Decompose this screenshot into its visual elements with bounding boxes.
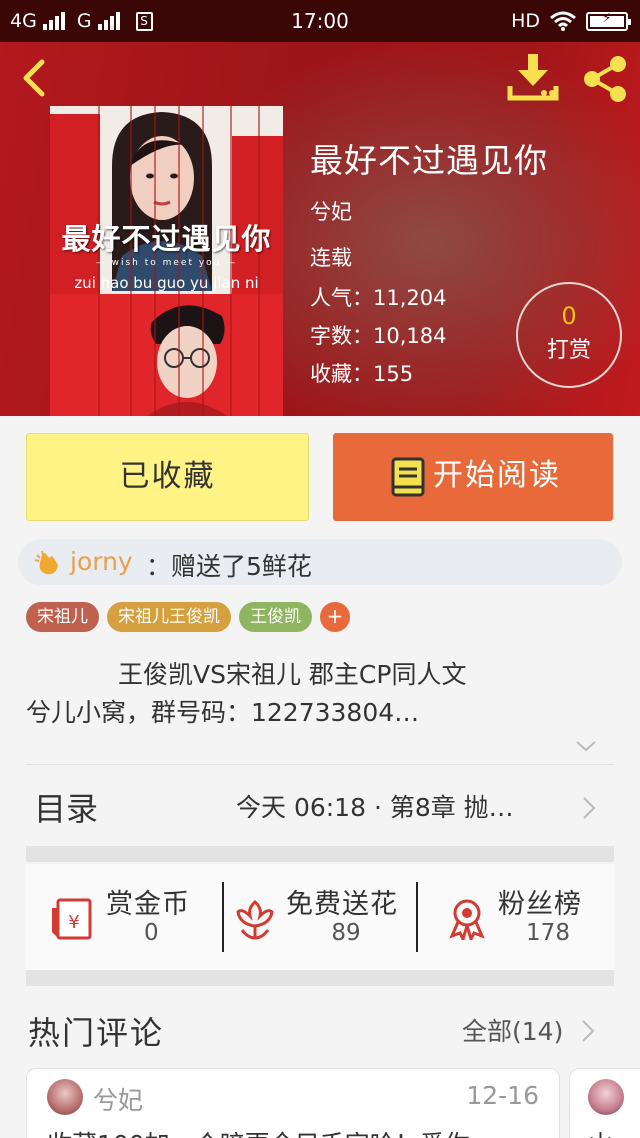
- cover-boy-illustration: [147, 305, 227, 416]
- book-author[interactable]: 兮妃: [310, 196, 352, 226]
- section-separator: [26, 846, 614, 862]
- cover-title: 最好不过遇见你: [61, 222, 272, 256]
- book-header: 最好不过遇见你 — wish to meet you — zui hao bu …: [0, 42, 640, 416]
- avatar[interactable]: [47, 1079, 83, 1115]
- comment-user[interactable]: 兮妃: [93, 1081, 143, 1117]
- book-status: 连载: [310, 246, 352, 270]
- stat-popularity: 人气：11,204: [310, 282, 446, 312]
- support-row: ¥ 赏金币 0 免费送花 89 粉丝榜 178: [26, 864, 614, 970]
- book-icon: [391, 457, 425, 497]
- stat-label: 收藏：: [310, 362, 373, 386]
- share-icon[interactable]: [580, 54, 630, 104]
- description-line: 王俊凯VS宋祖儿 郡主CP同人文: [118, 660, 467, 689]
- wifi-icon: [550, 11, 576, 31]
- status-bar: 4G G S 17:00 HD ⚡: [0, 0, 640, 42]
- stat-value: 11,204: [373, 286, 447, 310]
- chevron-right-icon[interactable]: [581, 1019, 595, 1043]
- tag-list: 宋祖儿 宋祖儿王俊凯 王俊凯 +: [26, 602, 350, 632]
- book-cover[interactable]: 最好不过遇见你 — wish to meet you — zui hao bu …: [50, 106, 283, 416]
- back-arrow-icon[interactable]: [18, 56, 50, 100]
- medal-icon: [449, 899, 485, 940]
- chevron-down-icon[interactable]: [574, 738, 598, 754]
- svg-text:¥: ¥: [68, 912, 79, 933]
- book-title: 最好不过遇见你: [310, 141, 548, 180]
- book-description: 王俊凯VS宋祖儿 郡主CP同人文 兮儿小窝，群号码：122733804…: [26, 656, 616, 732]
- comment-card[interactable]: 山: [569, 1068, 640, 1138]
- gift-message: ：赠送了5鲜花: [146, 552, 312, 581]
- cover-pinyin: zui hao bu guo yu jian ni: [74, 274, 259, 292]
- reward-coins-item[interactable]: ¥ 赏金币 0: [26, 864, 222, 970]
- fan-ranking-item[interactable]: 粉丝榜 178: [418, 864, 614, 970]
- add-tag-button[interactable]: +: [320, 602, 350, 632]
- status-right: HD ⚡: [511, 10, 631, 32]
- comment-text: 山: [588, 1125, 613, 1138]
- support-value: 0: [144, 920, 159, 946]
- start-reading-label: 开始阅读: [433, 458, 561, 493]
- support-name: 免费送花: [286, 889, 398, 920]
- cover-subtitle: — wish to meet you —: [95, 258, 238, 268]
- stat-value: 155: [373, 362, 414, 386]
- tag-item[interactable]: 王俊凯: [239, 602, 312, 632]
- latest-chapter: 今天 06:18 · 第8章 抛…: [236, 793, 514, 822]
- stat-word-count: 字数：10,184: [310, 320, 446, 350]
- comment-date: 12-16: [466, 1081, 539, 1110]
- download-icon[interactable]: [506, 52, 560, 104]
- red-envelope-icon: ¥: [52, 898, 92, 940]
- support-name: 赏金币: [106, 889, 190, 920]
- stat-label: 字数：: [310, 324, 373, 348]
- free-flower-item[interactable]: 免费送花 89: [224, 864, 416, 970]
- comment-card[interactable]: 兮妃 12-16 收藏100加一个暗更今只千字哈！爱你: [26, 1068, 560, 1138]
- catalog-row[interactable]: 目录 今天 06:18 · 第8章 抛…: [26, 766, 614, 844]
- battery-icon: ⚡: [586, 11, 631, 31]
- chevron-right-icon: [583, 797, 596, 819]
- gift-sender[interactable]: jorny: [70, 547, 133, 576]
- support-value: 89: [331, 920, 361, 946]
- support-value: 178: [526, 920, 570, 946]
- catalog-label: 目录: [34, 790, 99, 828]
- tip-button[interactable]: 0 打赏: [516, 282, 622, 388]
- section-separator: [26, 970, 614, 986]
- all-comments-link[interactable]: 全部(14): [462, 1012, 563, 1048]
- gift-notice[interactable]: jorny ：赠送了5鲜花: [18, 539, 622, 585]
- comment-text: 收藏100加一个暗更今只千字哈！爱你: [47, 1125, 547, 1138]
- hot-comments-title: 热门评论: [28, 1014, 165, 1052]
- tip-label: 打赏: [546, 338, 591, 363]
- flower-icon: [236, 900, 274, 940]
- hd-label: HD: [511, 10, 540, 32]
- start-reading-button[interactable]: 开始阅读: [333, 433, 613, 521]
- stat-label: 人气：: [310, 286, 373, 310]
- stat-favorites: 收藏：155: [310, 358, 413, 388]
- avatar[interactable]: [588, 1079, 624, 1115]
- description-line: 兮儿小窝，群号码：122733804…: [26, 698, 420, 727]
- support-name: 粉丝榜: [498, 889, 582, 920]
- tip-count: 0: [561, 302, 577, 330]
- divider: [26, 764, 614, 765]
- stat-value: 10,184: [373, 324, 447, 348]
- tag-item[interactable]: 宋祖儿: [26, 602, 99, 632]
- tag-item[interactable]: 宋祖儿王俊凯: [107, 602, 231, 632]
- collected-button[interactable]: 已收藏: [26, 433, 309, 521]
- clap-icon: [34, 550, 58, 575]
